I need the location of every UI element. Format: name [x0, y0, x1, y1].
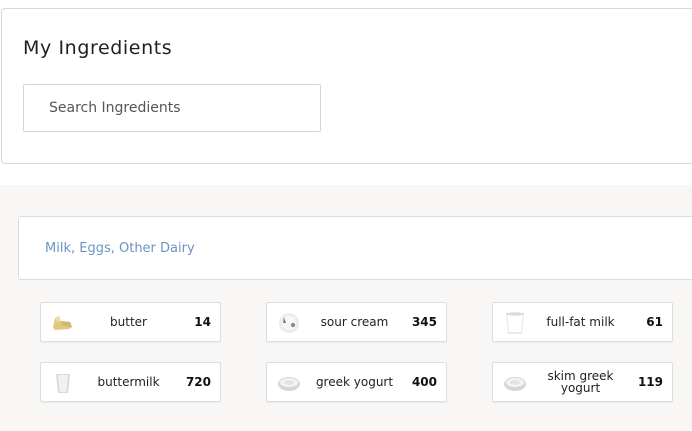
page-title: My Ingredients	[23, 37, 173, 59]
ingredient-count: 61	[646, 315, 663, 329]
ingredient-name: buttermilk	[97, 375, 160, 389]
ingredient-count: 400	[411, 375, 437, 389]
ingredient-card-skim-greek-yogurt[interactable]: skim greek yogurt 119	[492, 362, 673, 402]
ingredient-name: skim greek yogurt	[547, 369, 614, 395]
yogurt-bowl-icon	[504, 377, 526, 391]
ingredient-name: sour cream	[320, 315, 389, 329]
search-input[interactable]	[23, 84, 321, 132]
ingredient-card-buttermilk[interactable]: buttermilk 720	[40, 362, 221, 402]
ingredient-card-full-fat-milk[interactable]: full-fat milk 61	[492, 302, 673, 342]
sour-cream-icon	[279, 313, 299, 333]
ingredient-card-butter[interactable]: butter 14	[40, 302, 221, 342]
ingredient-count: 14	[194, 315, 211, 329]
category-label[interactable]: Milk, Eggs, Other Dairy	[45, 241, 195, 256]
ingredients-area: Milk, Eggs, Other Dairy butter 14 sour c…	[0, 185, 692, 431]
search-panel: My Ingredients	[1, 8, 692, 164]
ingredient-card-greek-yogurt[interactable]: greek yogurt 400	[266, 362, 447, 402]
yogurt-bowl-icon	[278, 377, 300, 391]
ingredient-name: full-fat milk	[546, 315, 615, 329]
ingredient-count: 720	[185, 375, 211, 389]
milk-glass-icon	[506, 312, 524, 334]
butter-icon	[53, 316, 72, 330]
ingredient-count: 345	[411, 315, 437, 329]
buttermilk-glass-icon	[56, 374, 70, 393]
ingredient-count: 119	[637, 375, 663, 389]
ingredient-card-sour-cream[interactable]: sour cream 345	[266, 302, 447, 342]
ingredient-name: greek yogurt	[315, 375, 394, 389]
ingredient-name: butter	[110, 315, 147, 329]
category-header[interactable]: Milk, Eggs, Other Dairy	[18, 216, 692, 280]
